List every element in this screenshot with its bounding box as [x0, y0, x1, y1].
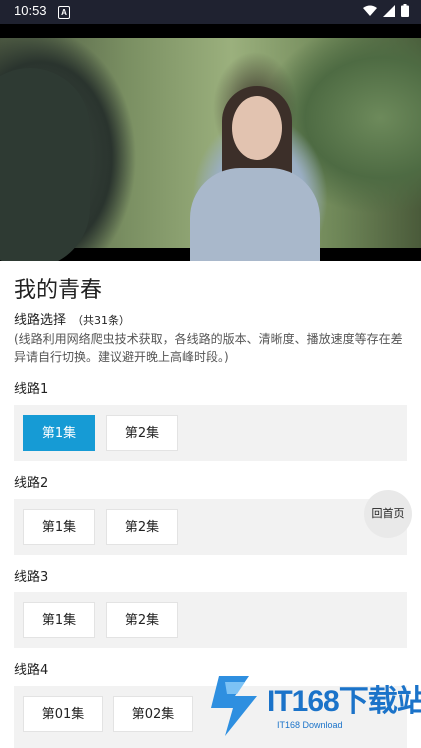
episode-button-line1-ep1[interactable]: 第1集	[23, 415, 95, 451]
status-time: 10:53	[14, 3, 47, 18]
episode-button-line3-ep2[interactable]: 第2集	[106, 602, 178, 638]
video-frame	[0, 38, 421, 261]
video-player[interactable]	[0, 24, 421, 261]
line-label-2: 线路2	[14, 476, 49, 491]
wifi-icon	[363, 5, 377, 17]
episode-button-line2-ep1[interactable]: 第1集	[23, 509, 95, 545]
episode-button-line4-ep2[interactable]: 第02集	[113, 696, 193, 732]
line-box-1: 第1集 第2集	[14, 405, 407, 461]
line-label-3: 线路3	[14, 570, 49, 585]
watermark-subtext: IT168 Download	[277, 720, 343, 730]
video-person-head	[232, 96, 282, 160]
route-select-label: 线路选择	[14, 313, 67, 328]
watermark-logo: IT168下载站 IT168 Download	[205, 670, 421, 740]
episode-button-line1-ep2[interactable]: 第2集	[106, 415, 178, 451]
page-title: 我的青春	[14, 278, 103, 303]
watermark-text: IT168下载站	[267, 685, 421, 718]
episode-button-line3-ep1[interactable]: 第1集	[23, 602, 95, 638]
line-box-3: 第1集 第2集	[14, 592, 407, 648]
home-button[interactable]: 回首页	[364, 490, 412, 538]
battery-icon	[401, 4, 409, 17]
watermark-mark-icon	[211, 676, 257, 736]
line-label-4: 线路4	[14, 663, 49, 678]
status-icons	[363, 4, 409, 17]
video-person-body	[190, 168, 320, 261]
notification-icon: A	[58, 6, 70, 19]
status-bar: 10:53 A	[0, 0, 421, 24]
episode-button-line2-ep2[interactable]: 第2集	[106, 509, 178, 545]
signal-icon	[383, 4, 395, 17]
episode-button-line4-ep1[interactable]: 第01集	[23, 696, 103, 732]
route-count: （共31条）	[72, 314, 131, 327]
route-note: (线路利用网络爬虫技术获取，各线路的版本、清晰度、播放速度等存在差异请自行切换。…	[14, 332, 403, 364]
line-box-2: 第1集 第2集	[14, 499, 407, 555]
video-foreground-figure	[0, 68, 90, 261]
route-select-heading: 线路选择 （共31条）	[14, 309, 130, 328]
line-label-1: 线路1	[14, 382, 49, 397]
